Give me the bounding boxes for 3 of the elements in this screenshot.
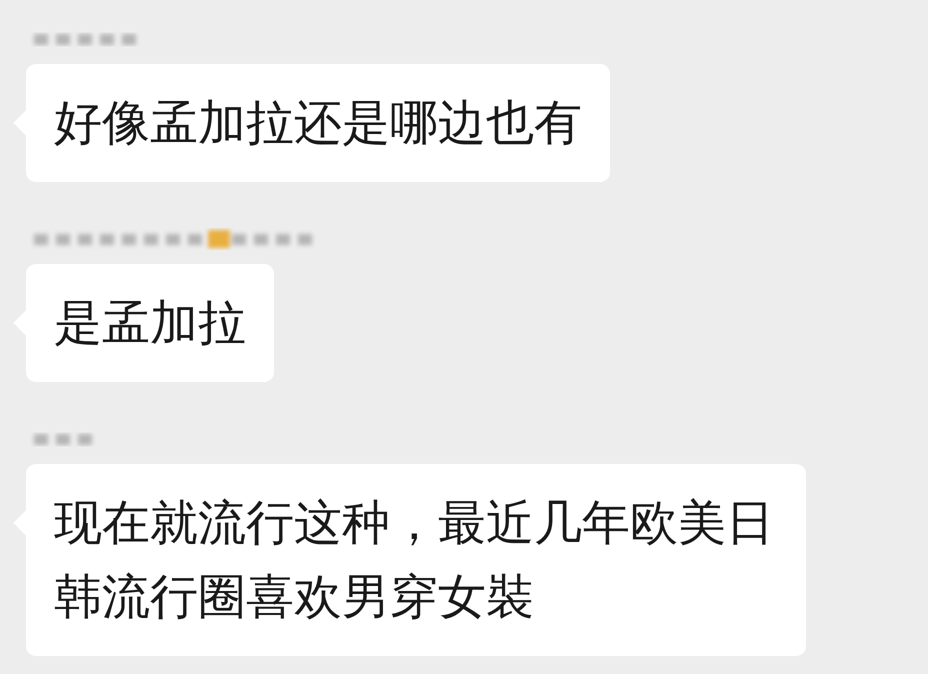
message-text: 好像孟加拉还是哪边也有 <box>54 94 582 153</box>
message-text: 现在就流行这种，最近几年欧美日韩流行圈喜欢男穿女裝 <box>54 494 775 627</box>
message-text: 是孟加拉 <box>54 294 246 353</box>
